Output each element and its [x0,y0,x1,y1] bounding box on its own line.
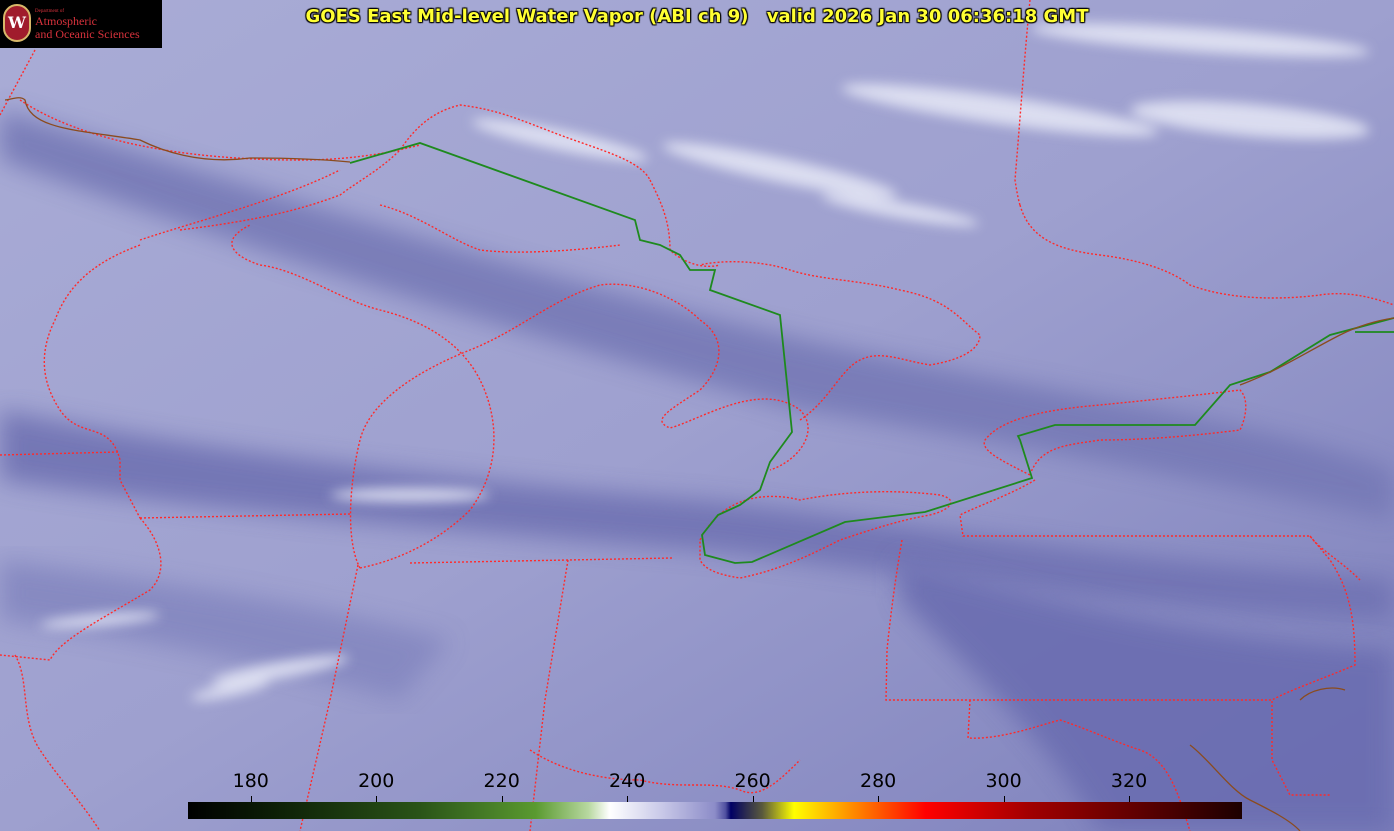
logo-line-2: and Oceanic Sciences [35,27,140,41]
image-title: GOES East Mid-level Water Vapor (ABI ch … [0,6,1394,27]
colorbar-tick-label: 300 [985,770,1022,792]
colorbar-tick-label: 320 [1110,770,1148,792]
colorbar-tick-mark [1003,796,1005,802]
colorbar-tick-mark [627,796,629,802]
colorbar-tick-label: 240 [609,770,646,792]
colorbar-tick-label: 220 [483,770,520,792]
title-product: GOES East Mid-level Water Vapor (ABI ch … [305,6,749,27]
colorbar-tick-mark [1129,796,1131,802]
colorbar-tick-label: 200 [358,770,395,792]
colorbar-tick-mark [250,796,252,802]
colorbar-tick-label: 180 [232,770,269,792]
colorbar-tick-label: 260 [734,770,771,792]
colorbar-tick-mark [878,796,880,802]
colorbar-tick-mark [376,796,378,802]
colorbar-tick-mark [752,796,754,802]
colorbar-tick-label: 280 [859,770,897,792]
water-vapor-map [0,0,1394,831]
colorbar [188,802,1242,819]
title-valid-time: valid 2026 Jan 30 06:36:18 GMT [766,6,1089,27]
colorbar-tick-mark [501,796,503,802]
